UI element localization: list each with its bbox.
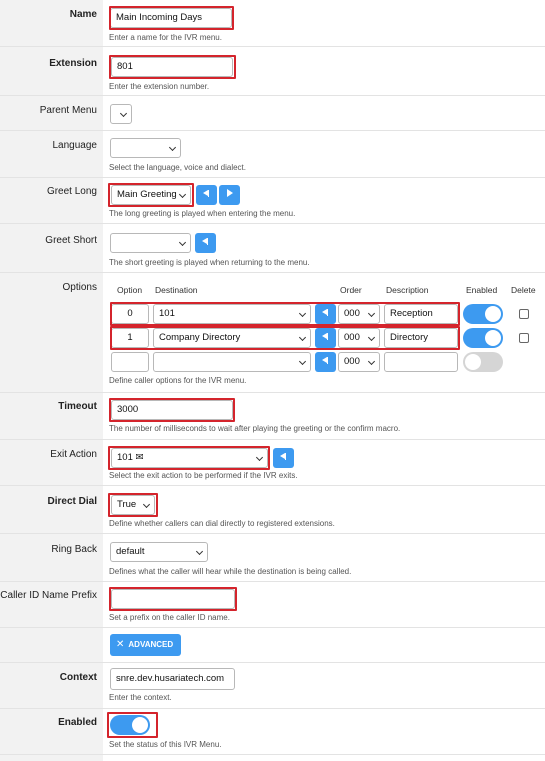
label-greet-short: Greet Short (0, 224, 103, 272)
hint-timeout: The number of milliseconds to wait after… (109, 424, 401, 433)
hint-language: Select the language, voice and dialect. (109, 163, 246, 172)
row-exit-action: Exit Action 101 ✉ Select the exit action… (0, 440, 545, 486)
option-order-select[interactable]: 000 (338, 352, 380, 372)
exit-action-back-button[interactable] (273, 448, 294, 468)
parent-menu-select[interactable] (110, 104, 132, 124)
label-enabled: Enabled (0, 709, 103, 754)
label-context: Context (0, 663, 103, 708)
label-name: Name (0, 0, 103, 46)
highlight-greet-long (108, 183, 194, 207)
label-column-tail (0, 755, 103, 761)
row-ring-back: Ring Back default Defines what the calle… (0, 534, 545, 582)
label-timeout: Timeout (0, 393, 103, 439)
label-greet-long: Greet Long (0, 178, 103, 223)
greet-short-select-back-button[interactable] (195, 233, 216, 253)
highlight-enabled (107, 712, 158, 738)
hint-direct-dial: Define whether callers can dial directly… (109, 519, 335, 528)
wrench-icon: ✕ (116, 639, 125, 650)
highlight-exit-action (108, 446, 270, 470)
header-option: Option (117, 285, 143, 295)
option-destination-back-button[interactable] (315, 352, 336, 372)
row-extension: Extension 801 Enter the extension number… (0, 47, 545, 96)
option-enabled-toggle[interactable] (463, 328, 503, 348)
label-parent-menu: Parent Menu (0, 96, 103, 130)
hint-caller-id-prefix: Set a prefix on the caller ID name. (109, 613, 230, 622)
header-order: Order (340, 285, 362, 295)
play-icon (226, 189, 233, 198)
label-caller-id-prefix: Caller ID Name Prefix (0, 582, 103, 627)
header-enabled: Enabled (466, 285, 498, 295)
hint-options: Define caller options for the IVR menu. (109, 376, 247, 385)
row-direct-dial: Direct Dial True Define whether callers … (0, 486, 545, 534)
option-key-input[interactable] (111, 352, 149, 372)
highlight-option-row-0 (110, 302, 460, 326)
row-enabled: Enabled Set the status of this IVR Menu. (0, 709, 545, 755)
highlight-caller-id-prefix (109, 587, 237, 611)
option-destination-select[interactable] (153, 352, 311, 372)
option-enabled-toggle[interactable] (463, 304, 503, 324)
label-direct-dial: Direct Dial (0, 486, 103, 533)
language-select[interactable] (110, 138, 181, 158)
row-greet-short: Greet Short The short greeting is played… (0, 224, 545, 273)
header-destination: Destination (155, 285, 198, 295)
advanced-button[interactable]: ✕ ADVANCED (110, 634, 182, 656)
highlight-timeout (109, 398, 235, 422)
hint-exit-action: Select the exit action to be performed i… (109, 471, 298, 480)
row-context: Context snre.dev.husariatech.com Enter t… (0, 663, 545, 709)
hint-greet-short: The short greeting is played when return… (109, 258, 310, 267)
label-exit-action: Exit Action (0, 440, 103, 485)
option-enabled-toggle[interactable] (463, 352, 503, 372)
hint-ring-back: Defines what the caller will hear while … (109, 567, 352, 576)
row-greet-long: Greet Long Main Greeting The long greeti… (0, 178, 545, 224)
hint-greet-long: The long greeting is played when enterin… (109, 209, 296, 218)
row-language: Language Select the language, voice and … (0, 131, 545, 178)
label-extension: Extension (0, 47, 103, 95)
highlight-extension (109, 55, 236, 79)
label-language: Language (0, 131, 103, 177)
label-options: Options (0, 273, 103, 392)
hint-extension: Enter the extension number. (109, 82, 210, 91)
label-ring-back: Ring Back (0, 534, 103, 581)
header-delete: Delete (511, 285, 536, 295)
context-input[interactable]: snre.dev.husariatech.com (110, 668, 235, 690)
row-parent-menu: Parent Menu (0, 96, 545, 131)
row-name: Name Main Incoming Days Enter a name for… (0, 0, 545, 47)
option-delete-checkbox[interactable] (519, 309, 529, 319)
option-delete-checkbox[interactable] (519, 333, 529, 343)
hint-name: Enter a name for the IVR menu. (109, 33, 222, 42)
row-timeout: Timeout 3000 The number of milliseconds … (0, 393, 545, 440)
hint-enabled: Set the status of this IVR Menu. (109, 740, 222, 749)
highlight-direct-dial (108, 493, 158, 517)
greet-long-select-back-button[interactable] (196, 185, 217, 205)
header-description: Description (386, 285, 429, 295)
row-options: Options Option Destination Order Descrip… (0, 273, 545, 393)
highlight-name (109, 6, 234, 30)
greet-long-play-button[interactable] (219, 185, 240, 205)
row-advanced: ✕ ADVANCED (0, 628, 545, 663)
hint-context: Enter the context. (109, 693, 172, 702)
option-description-input[interactable] (384, 352, 458, 372)
row-caller-id-prefix: Caller ID Name Prefix Set a prefix on th… (0, 582, 545, 628)
ring-back-select[interactable]: default (110, 542, 208, 562)
greet-short-select[interactable] (110, 233, 191, 253)
label-advanced-empty (0, 628, 103, 662)
highlight-option-row-1 (110, 326, 460, 350)
